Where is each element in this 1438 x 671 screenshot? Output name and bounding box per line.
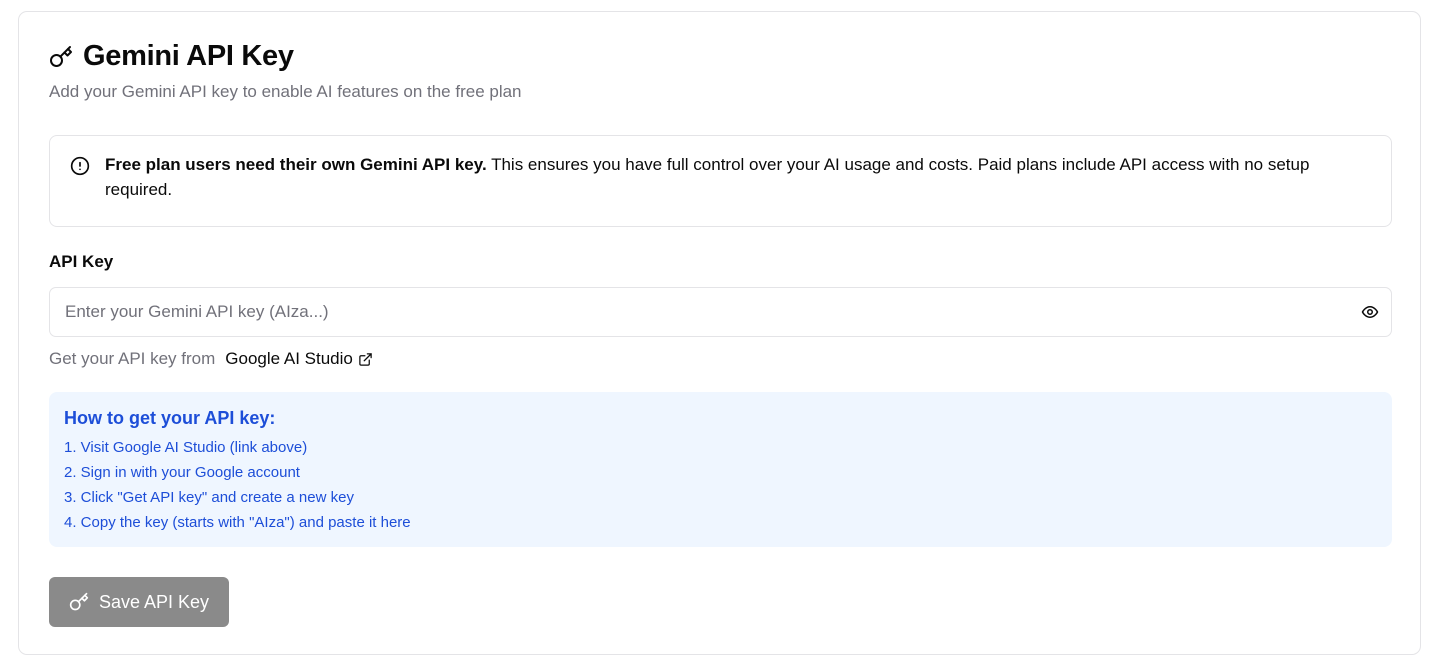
gemini-api-key-card: Gemini API Key Add your Gemini API key t… xyxy=(18,11,1421,655)
free-plan-alert: Free plan users need their own Gemini AP… xyxy=(49,135,1392,227)
key-icon xyxy=(69,592,89,612)
howto-step: 3. Click "Get API key" and create a new … xyxy=(64,489,354,506)
howto-title: How to get your API key: xyxy=(64,408,276,428)
card-header: Gemini API Key xyxy=(49,40,294,73)
howto-step: 1. Visit Google AI Studio (link above) xyxy=(64,439,308,456)
external-link-icon xyxy=(358,352,373,367)
page-title: Gemini API Key xyxy=(83,40,294,72)
page-subtitle: Add your Gemini API key to enable AI fea… xyxy=(49,82,522,101)
api-key-hint: Get your API key from Google AI Studio xyxy=(49,349,373,369)
alert-message: Free plan users need their own Gemini AP… xyxy=(105,152,1375,202)
api-key-label: API Key xyxy=(49,252,114,271)
link-label: Google AI Studio xyxy=(225,349,353,368)
api-key-input[interactable] xyxy=(50,288,1340,336)
howto-step: 4. Copy the key (starts with "AIza") and… xyxy=(64,514,411,531)
hint-text: Get your API key from xyxy=(49,349,216,368)
eye-icon[interactable] xyxy=(1361,303,1379,321)
howto-steps-list: 1. Visit Google AI Studio (link above) 2… xyxy=(64,435,1377,535)
api-key-input-wrapper xyxy=(49,287,1392,337)
alert-circle-icon xyxy=(70,156,90,176)
howto-instructions: How to get your API key: 1. Visit Google… xyxy=(49,392,1392,547)
key-icon xyxy=(49,45,73,69)
howto-step: 2. Sign in with your Google account xyxy=(64,464,300,481)
google-ai-studio-link[interactable]: Google AI Studio xyxy=(225,349,373,369)
alert-bold-text: Free plan users need their own Gemini AP… xyxy=(105,155,487,174)
save-button-label: Save API Key xyxy=(98,591,210,612)
save-api-key-button[interactable]: Save API Key xyxy=(49,577,229,627)
